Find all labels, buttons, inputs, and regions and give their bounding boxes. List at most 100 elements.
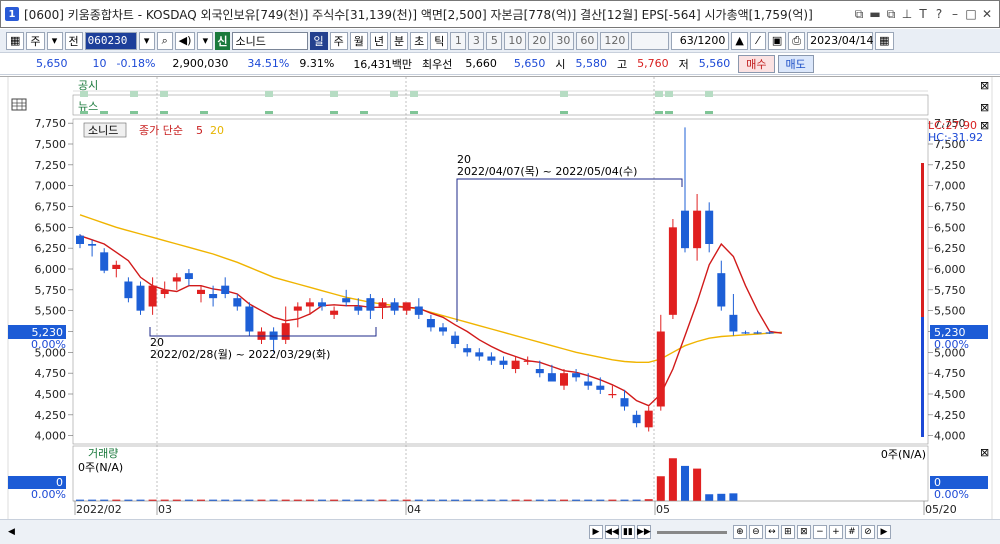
- quote-bar: 5,650 10 -0.18% 2,900,030 34.51% 9.31% 1…: [0, 53, 1000, 75]
- candle-body: [439, 327, 447, 332]
- zoom-in-icon[interactable]: ⊕: [732, 525, 747, 539]
- period-year[interactable]: 년: [369, 31, 389, 50]
- minus-icon[interactable]: −: [812, 525, 827, 539]
- interval-5[interactable]: 5: [486, 31, 503, 50]
- volume-bar: [668, 458, 677, 501]
- candle-body: [644, 410, 653, 428]
- y-tick-label: 5,500: [934, 305, 966, 318]
- interval-20[interactable]: 20: [528, 31, 551, 50]
- menu-button[interactable]: 전: [64, 31, 83, 50]
- candle-body: [390, 302, 399, 311]
- title-bar: 1 [0600] 키움종합차트 - KOSDAQ 외국인보유[749(천)] 주…: [0, 0, 1000, 28]
- period-tick[interactable]: 틱: [430, 31, 449, 50]
- chart-toolbar: ▦ 주 ▾ 전 ▾ ⌕ ◀) ▾ 신 소니드 일 주 월 년 분 초 틱 1 3…: [0, 29, 1000, 53]
- stock-name-field[interactable]: 소니드: [231, 31, 308, 50]
- text-icon[interactable]: T: [917, 7, 929, 22]
- volume-bar: [656, 476, 665, 501]
- interval-60[interactable]: 60: [576, 31, 599, 50]
- calendar-icon[interactable]: ▦: [875, 31, 894, 50]
- lc-bar: [921, 163, 924, 323]
- zoom-slider[interactable]: [656, 530, 727, 534]
- grid-icon[interactable]: #: [844, 525, 859, 539]
- chart-settings-icon[interactable]: ▦: [6, 31, 25, 50]
- period-minute[interactable]: 분: [390, 31, 409, 50]
- y-tick-label: 4,000: [934, 430, 966, 443]
- scroll-right-icon[interactable]: ▶: [588, 525, 603, 539]
- close-pane-icon[interactable]: ⊠: [980, 79, 989, 92]
- close-volume-pane-icon[interactable]: ⊠: [980, 446, 989, 459]
- indicator-icon[interactable]: ▲: [731, 31, 748, 50]
- period-day[interactable]: 일: [309, 31, 328, 50]
- candlestick-chart[interactable]: ⊠ ⊠ ⊠ ⊠ 공시 뉴스 7,7507,5007,2507,0006,7506…: [0, 77, 1000, 520]
- pause-icon[interactable]: ▮▮: [620, 525, 635, 539]
- settings-icon[interactable]: ⊘: [860, 525, 875, 539]
- print-icon[interactable]: ⎙: [788, 31, 806, 50]
- volume-left-value: 0주(N/A): [78, 461, 123, 474]
- maximize-icon[interactable]: □: [965, 7, 977, 22]
- candle-body: [414, 306, 423, 315]
- crosshair-icon[interactable]: ⊠: [796, 525, 811, 539]
- candle-body: [547, 373, 556, 382]
- market-toggle[interactable]: 주: [26, 31, 45, 50]
- chevron-down-icon[interactable]: ▾: [46, 31, 63, 50]
- scroll-left-icon[interactable]: ◀: [8, 527, 15, 537]
- interval-1[interactable]: 1: [450, 31, 467, 50]
- save-icon[interactable]: ▣: [767, 31, 787, 50]
- news-mark: [200, 111, 208, 114]
- interval-30[interactable]: 30: [552, 31, 575, 50]
- plus-icon[interactable]: +: [828, 525, 843, 539]
- interval-custom-input[interactable]: [631, 31, 670, 50]
- volume-bar: [729, 493, 738, 501]
- news-mark: [665, 111, 673, 114]
- expand-icon[interactable]: ⊞: [780, 525, 795, 539]
- first-page-icon[interactable]: ◀◀: [604, 525, 619, 539]
- y-tick-label: 6,250: [35, 242, 67, 255]
- legend-ma-label: 종가 단순: [139, 124, 183, 137]
- copy-icon[interactable]: ⧉: [885, 7, 897, 22]
- period-month[interactable]: 월: [349, 31, 368, 50]
- y-tick-label: 7,250: [35, 159, 67, 172]
- minimize-tray-icon[interactable]: ▬: [869, 7, 881, 22]
- zoom-reset-icon[interactable]: ↔: [764, 525, 779, 539]
- sound-dropdown-icon[interactable]: ▾: [197, 31, 214, 50]
- date-field[interactable]: 2023/04/14: [807, 31, 874, 50]
- zoom-out-icon[interactable]: ⊖: [748, 525, 763, 539]
- notice-mark: [655, 91, 663, 97]
- candle-body: [584, 381, 593, 386]
- notice-mark: [330, 91, 338, 97]
- code-dropdown-icon[interactable]: ▾: [138, 31, 155, 50]
- close-news-icon[interactable]: ⊠: [980, 101, 989, 114]
- y-tick-label: 7,000: [934, 180, 966, 193]
- period-second[interactable]: 초: [410, 31, 429, 50]
- volume-bar: [681, 465, 689, 501]
- volume-title: 거래량: [88, 447, 118, 460]
- chart-area[interactable]: ⊠ ⊠ ⊠ ⊠ 공시 뉴스 7,750 7,500 7,250 7,000 6,750 6…: [0, 76, 1000, 520]
- interval-3[interactable]: 3: [468, 31, 485, 50]
- price-change: 10: [92, 57, 107, 70]
- candle-body: [487, 356, 496, 361]
- scroll-end-icon[interactable]: ▶: [876, 525, 891, 539]
- candle-body: [693, 210, 702, 249]
- period-week[interactable]: 주: [329, 31, 348, 50]
- sell-button[interactable]: 매도: [777, 54, 814, 73]
- line-tool-icon[interactable]: ⁄: [749, 31, 766, 50]
- candle-body: [221, 285, 230, 294]
- minimize-icon[interactable]: –: [949, 7, 961, 22]
- news-mark: [80, 111, 88, 114]
- last-page-icon[interactable]: ▶▶: [636, 525, 651, 539]
- stock-code-input[interactable]: [84, 31, 137, 50]
- candle-body: [705, 210, 714, 244]
- x-tick-label: 05/20: [925, 503, 957, 516]
- current-pct-right: 0.00%: [934, 338, 969, 351]
- help-icon[interactable]: ?: [933, 7, 945, 22]
- buy-button[interactable]: 매수: [738, 54, 775, 73]
- interval-10[interactable]: 10: [504, 31, 527, 50]
- interval-120[interactable]: 120: [600, 31, 630, 50]
- speaker-icon[interactable]: ◀): [174, 31, 196, 50]
- pin-icon[interactable]: ⊥: [901, 7, 913, 22]
- data-count-field[interactable]: 63/1200: [671, 31, 730, 50]
- restore-icon[interactable]: ⧉: [853, 7, 865, 22]
- y-tick-label: 6,500: [934, 221, 966, 234]
- search-icon[interactable]: ⌕: [156, 31, 173, 50]
- close-icon[interactable]: ✕: [981, 7, 993, 22]
